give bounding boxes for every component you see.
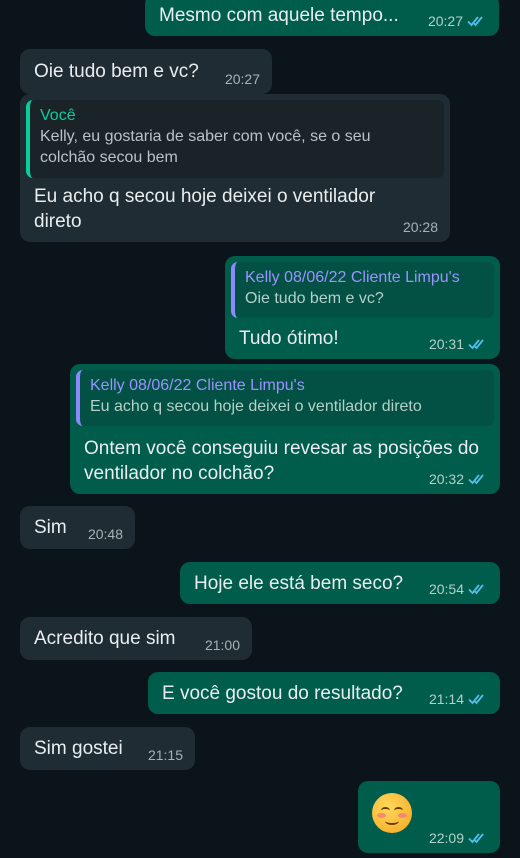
quote-author: Kelly 08/06/22 Cliente Limpu's: [90, 377, 305, 394]
message-text: Oie tudo bem e vc?: [34, 61, 199, 82]
message-time: 20:28: [402, 219, 438, 235]
message-text: Hoje ele está bem seco?: [194, 573, 404, 594]
message-incoming[interactable]: Sim 20:48: [20, 506, 135, 549]
message-outgoing-reply[interactable]: Kelly 08/06/22 Cliente Limpu's Oie tudo …: [225, 256, 500, 359]
quoted-message[interactable]: Kelly 08/06/22 Cliente Limpu's Eu acho q…: [76, 370, 494, 426]
read-receipt-icon: [468, 339, 484, 350]
message-incoming[interactable]: Acredito que sim 21:00: [20, 617, 252, 660]
read-receipt-icon: [468, 833, 484, 844]
message-incoming[interactable]: Sim gostei 21:15: [20, 727, 195, 770]
quoted-message[interactable]: Kelly 08/06/22 Cliente Limpu's Oie tudo …: [231, 262, 494, 318]
message-time: 20:27: [427, 13, 463, 29]
quote-author: Kelly 08/06/22 Cliente Limpu's: [245, 269, 460, 286]
message-outgoing[interactable]: Hoje ele está bem seco? 20:54: [180, 562, 500, 604]
message-text: Sim: [34, 517, 67, 538]
message-text: Acredito que sim: [34, 628, 176, 649]
message-time: 20:31: [428, 336, 464, 352]
read-receipt-icon: [467, 16, 483, 27]
read-receipt-icon: [468, 474, 484, 485]
message-outgoing[interactable]: Mesmo com aquele tempo... 20:27: [145, 0, 499, 36]
message-outgoing-reply[interactable]: Kelly 08/06/22 Cliente Limpu's Eu acho q…: [70, 364, 500, 494]
message-incoming[interactable]: Oie tudo bem e vc? 20:27: [20, 49, 272, 94]
message-time: 21:15: [147, 747, 183, 763]
message-text: Tudo ótimo!: [239, 328, 339, 349]
message-time: 21:14: [428, 691, 464, 707]
message-time: 21:00: [204, 637, 240, 653]
quoted-message[interactable]: Você Kelly, eu gostaria de saber com voc…: [26, 100, 444, 178]
message-time: 22:09: [428, 830, 464, 846]
message-text: Ontem você conseguiu revesar as posições…: [84, 438, 479, 484]
quote-text: Oie tudo bem e vc?: [245, 290, 384, 307]
message-incoming-reply[interactable]: Você Kelly, eu gostaria de saber com voc…: [20, 94, 450, 242]
message-text: Mesmo com aquele tempo...: [159, 5, 399, 26]
chat-area: Mesmo com aquele tempo... 20:27 Oie tudo…: [0, 0, 520, 858]
message-time: 20:54: [428, 581, 464, 597]
quote-author: Você: [40, 107, 76, 124]
message-text: Eu acho q secou hoje deixei o ventilador…: [34, 186, 376, 232]
message-time: 20:48: [87, 526, 123, 542]
message-text: E você gostou do resultado?: [162, 683, 403, 704]
quote-text: Kelly, eu gostaria de saber com você, se…: [40, 128, 371, 166]
smiling-face-icon: [372, 793, 412, 833]
read-receipt-icon: [468, 584, 484, 595]
message-outgoing-emoji[interactable]: 22:09: [358, 781, 500, 853]
message-time: 20:32: [428, 471, 464, 487]
read-receipt-icon: [468, 694, 484, 705]
message-time: 20:27: [224, 71, 260, 87]
quote-text: Eu acho q secou hoje deixei o ventilador…: [90, 398, 422, 415]
message-text: Sim gostei: [34, 738, 123, 759]
message-outgoing[interactable]: E você gostou do resultado? 21:14: [148, 672, 500, 714]
